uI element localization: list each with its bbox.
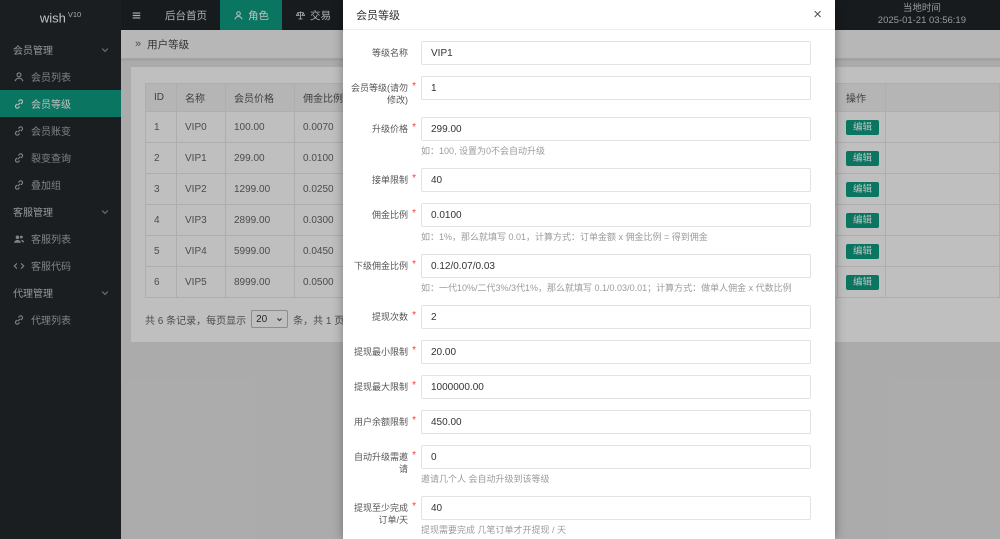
required-asterisk: * [412,173,416,185]
field-label: 等级名称 [350,41,408,65]
form-field-2: 升级价格*如：100, 设置为0不会自动升级 [350,117,811,157]
field-control [421,168,811,192]
modal-header: 会员等级 × [343,0,835,30]
field-label-text: 佣金比例 [372,210,408,220]
field-input-11[interactable] [421,496,811,520]
field-label: 下级佣金比例* [350,254,408,294]
field-control: 如：100, 设置为0不会自动升级 [421,117,811,157]
field-control: 提现需要完成 几笔订单才开提现 / 天 [421,496,811,536]
field-label-text: 自动升级需邀请 [354,452,408,474]
field-label-text: 提现最大限制 [354,382,408,392]
field-label: 自动升级需邀请* [350,445,408,485]
field-label-text: 提现至少完成订单/天 [354,503,408,525]
field-input-3[interactable] [421,168,811,192]
member-level-modal: 会员等级 × 等级名称会员等级(请勿修改)*升级价格*如：100, 设置为0不会… [343,0,835,539]
field-input-0[interactable] [421,41,811,65]
required-asterisk: * [412,208,416,220]
field-label: 提现最大限制* [350,375,408,399]
field-input-7[interactable] [421,340,811,364]
field-label: 升级价格* [350,117,408,157]
modal-title: 会员等级 [356,7,400,23]
field-control: 邀请几个人 会自动升级到该等级 [421,445,811,485]
required-asterisk: * [412,310,416,322]
field-label-text: 等级名称 [372,48,408,58]
form-field-3: 接单限制 * [350,168,811,192]
field-control [421,76,811,106]
field-hint: 如：一代10%/二代3%/3代1%，那么就填写 0.1/0.03/0.01；计算… [421,282,811,294]
form-field-5: 下级佣金比例*如：一代10%/二代3%/3代1%，那么就填写 0.1/0.03/… [350,254,811,294]
field-label: 提现最小限制* [350,340,408,364]
field-hint: 邀请几个人 会自动升级到该等级 [421,473,811,485]
field-control: 如：1%，那么就填写 0.01，计算方式：订单金额 x 佣金比例 = 得到佣金 [421,203,811,243]
app-root: wishV10 会员管理会员列表会员等级会员账变裂变查询叠加组客服管理客服列表客… [0,0,1000,539]
required-asterisk: * [412,415,416,427]
field-input-8[interactable] [421,375,811,399]
form-field-7: 提现最小限制 * [350,340,811,364]
field-label: 接单限制* [350,168,408,192]
field-input-2[interactable] [421,117,811,141]
field-label-text: 升级价格 [372,124,408,134]
required-asterisk: * [412,345,416,357]
field-input-6[interactable] [421,305,811,329]
field-control: 如：一代10%/二代3%/3代1%，那么就填写 0.1/0.03/0.01；计算… [421,254,811,294]
field-label: 提现次数* [350,305,408,329]
field-label-text: 会员等级(请勿修改) [351,83,408,105]
field-input-9[interactable] [421,410,811,434]
modal-form: 等级名称会员等级(请勿修改)*升级价格*如：100, 设置为0不会自动升级接单限… [343,30,835,539]
field-control [421,410,811,434]
field-input-4[interactable] [421,203,811,227]
field-input-1[interactable] [421,76,811,100]
field-label-text: 提现最小限制 [354,347,408,357]
form-field-0: 等级名称 [350,41,811,65]
required-asterisk: * [412,259,416,271]
field-label: 用户余额限制* [350,410,408,434]
form-field-9: 用户余额限制 * [350,410,811,434]
field-label-text: 提现次数 [372,312,408,322]
required-asterisk: * [412,81,416,93]
field-label-text: 用户余额限制 [354,417,408,427]
field-control [421,375,811,399]
close-icon[interactable]: × [813,7,822,22]
field-control [421,41,811,65]
field-label: 佣金比例* [350,203,408,243]
form-field-10: 自动升级需邀请*邀请几个人 会自动升级到该等级 [350,445,811,485]
required-asterisk: * [412,450,416,462]
field-hint: 如：100, 设置为0不会自动升级 [421,145,811,157]
form-field-11: 提现至少完成订单/天*提现需要完成 几笔订单才开提现 / 天 [350,496,811,536]
required-asterisk: * [412,501,416,513]
field-label: 会员等级(请勿修改)* [350,76,408,106]
field-control [421,340,811,364]
required-asterisk: * [412,380,416,392]
field-control [421,305,811,329]
field-hint: 提现需要完成 几笔订单才开提现 / 天 [421,524,811,536]
required-asterisk: * [412,122,416,134]
field-label-text: 下级佣金比例 [354,261,408,271]
form-field-6: 提现次数 * [350,305,811,329]
field-input-5[interactable] [421,254,811,278]
form-field-4: 佣金比例*如：1%，那么就填写 0.01，计算方式：订单金额 x 佣金比例 = … [350,203,811,243]
form-field-8: 提现最大限制 * [350,375,811,399]
field-label-text: 接单限制 [372,175,408,185]
field-label: 提现至少完成订单/天* [350,496,408,536]
field-input-10[interactable] [421,445,811,469]
form-field-1: 会员等级(请勿修改) * [350,76,811,106]
field-hint: 如：1%，那么就填写 0.01，计算方式：订单金额 x 佣金比例 = 得到佣金 [421,231,811,243]
